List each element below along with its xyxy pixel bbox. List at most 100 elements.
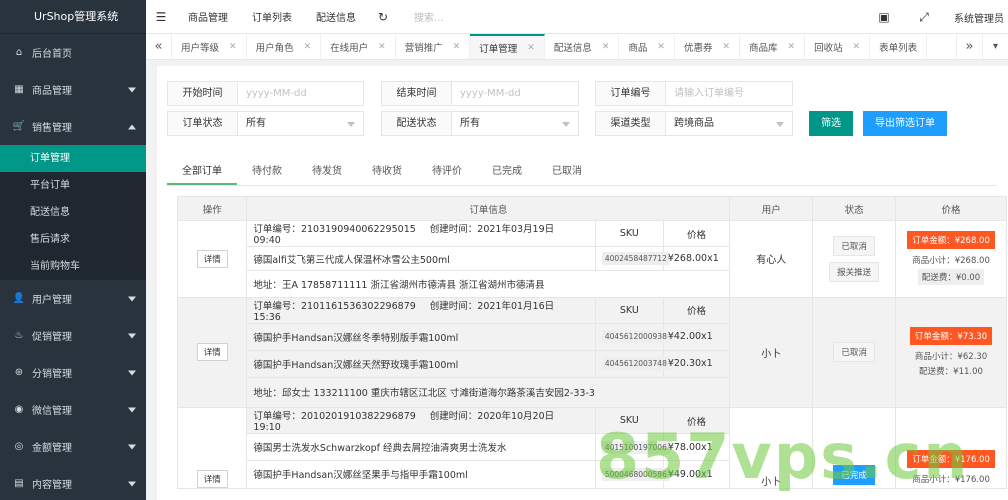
- theme-icon[interactable]: ▣: [864, 10, 904, 24]
- shipping-prefix: 配送费：: [921, 273, 956, 284]
- tab-pending-payment[interactable]: 待付款: [237, 160, 297, 185]
- tabs-scroll-right-icon[interactable]: »: [956, 34, 982, 59]
- sidebar-item-money[interactable]: ◎ 金额管理: [0, 428, 146, 465]
- created-prefix: 创建时间：: [429, 300, 478, 312]
- search-input[interactable]: 搜索...: [414, 9, 834, 24]
- tab-pending-review[interactable]: 待评价: [417, 160, 477, 185]
- home-icon: ⌂: [15, 47, 23, 58]
- top-link-delivery[interactable]: 配送信息: [304, 9, 368, 24]
- close-icon[interactable]: ✕: [453, 42, 461, 52]
- order-info-cell: 订单编号：2101161536302296879 创建时间：2021年01月16日…: [246, 296, 731, 408]
- top-link-orders[interactable]: 订单列表: [240, 9, 304, 24]
- top-link-goods[interactable]: 商品管理: [176, 9, 240, 24]
- channel-select[interactable]: 跨境商品: [666, 112, 792, 135]
- close-icon[interactable]: ✕: [657, 42, 665, 52]
- sidebar-item-content[interactable]: ▤ 内容管理: [0, 465, 146, 500]
- fullscreen-icon[interactable]: ⤢: [904, 10, 944, 25]
- tab-label: 订单管理: [479, 43, 518, 55]
- refresh-icon[interactable]: ↻: [368, 10, 398, 24]
- tab-cancelled[interactable]: 已取消: [537, 160, 597, 185]
- close-icon[interactable]: ✕: [853, 42, 861, 52]
- delivery-status-field[interactable]: 配送状态 所有: [381, 111, 579, 136]
- topbar-right: ▣ ⤢ 系统管理员: [864, 0, 1008, 34]
- order-total: 订单金额：¥268.00: [907, 231, 995, 250]
- sidebar-item-sales[interactable]: 🛒 销售管理: [0, 108, 146, 145]
- sidebar-item-goods[interactable]: ▦ 商品管理: [0, 71, 146, 108]
- tab-pending-receipt[interactable]: 待收货: [357, 160, 417, 185]
- detail-button[interactable]: 详情: [196, 249, 228, 268]
- customs-push-button[interactable]: 报关推送: [829, 261, 880, 282]
- order-no-label: 订单编号：2103190940062295015: [253, 224, 415, 235]
- chevron-down-icon: [128, 444, 136, 449]
- sidebar-subitem-after-sales[interactable]: 售后请求: [0, 226, 146, 253]
- close-icon[interactable]: ✕: [304, 42, 312, 52]
- order-no-input[interactable]: 请输入订单编号: [666, 82, 744, 105]
- sku-header: SKU: [594, 297, 664, 324]
- order-status-field[interactable]: 订单状态 所有: [167, 111, 364, 136]
- close-icon[interactable]: ✕: [602, 42, 610, 52]
- sidebar-subitem-delivery[interactable]: 配送信息: [0, 199, 146, 226]
- subtotal-value: ¥268.00: [954, 256, 990, 267]
- chevron-down-icon: [347, 122, 355, 127]
- sidebar-nav: ⌂ 后台首页 ▦ 商品管理 🛒 销售管理: [0, 34, 146, 145]
- channel-field[interactable]: 渠道类型 跨境商品: [595, 111, 793, 136]
- subtotal-prefix: 商品小计：: [914, 351, 958, 362]
- status-cancelled-badge[interactable]: 已取消: [833, 342, 875, 363]
- tab-label: 用户等级: [181, 42, 220, 54]
- order-no: 2101161536302296879: [300, 300, 416, 312]
- detail-button[interactable]: 详情: [196, 343, 228, 362]
- tab-pending-shipment[interactable]: 待发货: [297, 160, 357, 185]
- export-button[interactable]: 导出筛选订单: [863, 111, 947, 136]
- tab-label: 商品库: [749, 42, 778, 54]
- status-cancelled-badge[interactable]: 已取消: [833, 235, 875, 256]
- tab-goods-library[interactable]: 商品库 ✕: [740, 34, 806, 59]
- end-time-field[interactable]: 结束时间 yyyy-MM-dd: [381, 81, 579, 106]
- end-time-input[interactable]: yyyy-MM-dd: [452, 82, 521, 105]
- close-icon[interactable]: ✕: [527, 43, 535, 53]
- sidebar-item-wechat[interactable]: ◉ 微信管理: [0, 391, 146, 428]
- tab-online-users[interactable]: 在线用户 ✕: [321, 34, 396, 59]
- tab-delivery[interactable]: 配送信息 ✕: [545, 34, 620, 59]
- close-icon[interactable]: ✕: [229, 42, 237, 52]
- tab-goods[interactable]: 商品 ✕: [619, 34, 675, 59]
- close-icon[interactable]: ✕: [722, 42, 730, 52]
- tab-order-management[interactable]: 订单管理 ✕: [470, 34, 545, 59]
- start-time-input[interactable]: yyyy-MM-dd: [238, 82, 307, 105]
- tab-marketing[interactable]: 营销推广 ✕: [396, 34, 471, 59]
- order-info: 订单编号：2101161536302296879 创建时间：2021年01月16日…: [247, 297, 730, 407]
- tab-coupons[interactable]: 优惠券 ✕: [675, 34, 740, 59]
- sidebar-item-home[interactable]: ⌂ 后台首页: [0, 34, 146, 71]
- sidebar-subitem-cart[interactable]: 当前购物车: [0, 253, 146, 280]
- order-no-field[interactable]: 订单编号 请输入订单编号: [595, 81, 793, 106]
- sidebar-item-distribution[interactable]: ⊛ 分销管理: [0, 354, 146, 391]
- tab-form-list[interactable]: 表单列表: [870, 34, 928, 59]
- item-name: 德国alfi艾飞第三代成人保温杯冰雪公主500ml: [247, 246, 596, 271]
- tab-user-level[interactable]: 用户等级 ✕: [172, 34, 247, 59]
- order-status-select[interactable]: 所有: [238, 112, 363, 135]
- sidebar-subitem-platform-orders[interactable]: 平台订单: [0, 172, 146, 199]
- admin-name[interactable]: 系统管理员: [944, 10, 1008, 25]
- order-user: 小卜: [729, 296, 814, 408]
- order-header-row: 订单编号：2103190940062295015 创建时间：2021年03月19日…: [247, 221, 730, 247]
- tab-all-orders[interactable]: 全部订单: [167, 160, 237, 185]
- chevron-down-icon[interactable]: ▾: [982, 34, 1008, 59]
- close-icon[interactable]: ✕: [378, 42, 386, 52]
- price-header: 价格: [662, 221, 730, 247]
- money-icon: ◎: [14, 441, 24, 452]
- sidebar-subitem-orders[interactable]: 订单管理: [0, 145, 146, 172]
- select-value: 所有: [246, 118, 266, 129]
- delivery-status-select[interactable]: 所有: [452, 112, 578, 135]
- item-price: ¥20.30x1: [662, 350, 730, 378]
- start-time-field[interactable]: 开始时间 yyyy-MM-dd: [167, 81, 364, 106]
- close-icon[interactable]: ✕: [788, 42, 796, 52]
- tab-completed[interactable]: 已完成: [477, 160, 537, 185]
- detail-button[interactable]: 详情: [196, 469, 228, 488]
- sidebar-item-users[interactable]: 👤 用户管理: [0, 280, 146, 317]
- sidebar-item-promotion[interactable]: ♨ 促销管理: [0, 317, 146, 354]
- tab-user-role[interactable]: 用户角色 ✕: [247, 34, 322, 59]
- menu-toggle-icon[interactable]: ☰: [146, 10, 176, 24]
- tabs-scroll-left-icon[interactable]: «: [146, 34, 172, 59]
- sidebar-item-label: 内容管理: [32, 480, 72, 491]
- filter-button[interactable]: 筛选: [809, 111, 853, 136]
- tab-recycle-bin[interactable]: 回收站 ✕: [805, 34, 871, 59]
